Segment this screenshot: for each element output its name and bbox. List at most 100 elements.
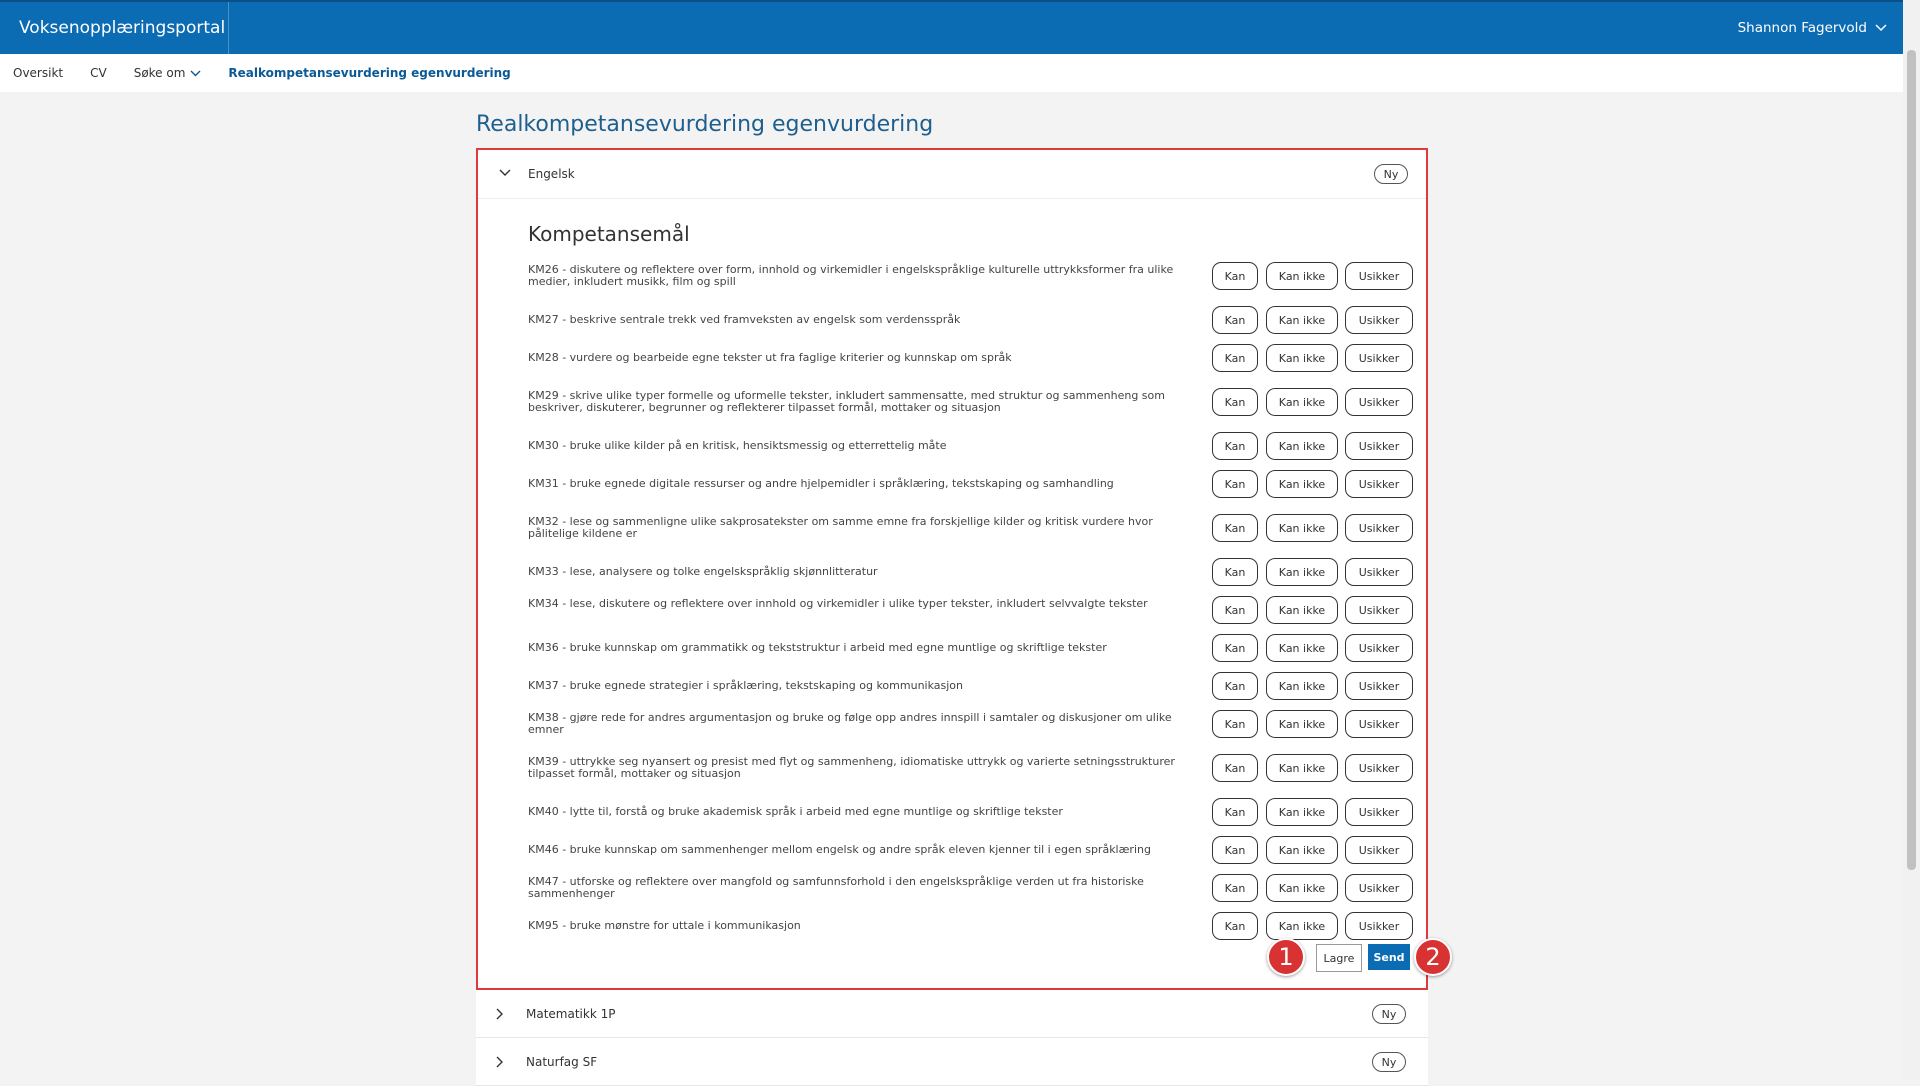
goal-description: KM31 - bruke egnede digitale ressurser o… <box>528 477 1114 490</box>
kan-ikke-button[interactable]: Kan ikke <box>1266 558 1338 586</box>
goal-description: KM32 - lese og sammenligne ulike sakpros… <box>528 515 1153 540</box>
goal-description: KM26 - diskutere og reflektere over form… <box>528 263 1174 288</box>
usikker-button[interactable]: Usikker <box>1345 262 1413 290</box>
kan-button[interactable]: Kan <box>1212 836 1258 864</box>
goal-description: KM38 - gjøre rede for andres argumentasj… <box>528 711 1172 736</box>
step-marker-2: 2 <box>1414 938 1452 976</box>
nav-item-cv[interactable]: CV <box>90 66 107 80</box>
usikker-button[interactable]: Usikker <box>1345 874 1413 902</box>
usikker-button[interactable]: Usikker <box>1345 710 1413 738</box>
nav-item-soke-om[interactable]: Søke om <box>134 66 202 80</box>
kan-button[interactable]: Kan <box>1212 432 1258 460</box>
nav-item-realkompetanse[interactable]: Realkompetansevurdering egenvurdering <box>228 66 510 80</box>
kan-button[interactable]: Kan <box>1212 306 1258 334</box>
kan-button[interactable]: Kan <box>1212 262 1258 290</box>
goal-description: KM28 - vurdere og bearbeide egne tekster… <box>528 351 1012 364</box>
kan-ikke-button[interactable]: Kan ikke <box>1266 754 1338 782</box>
subject-panel-header[interactable]: Engelsk Ny <box>478 150 1426 199</box>
kan-ikke-button[interactable]: Kan ikke <box>1266 798 1338 826</box>
usikker-button[interactable]: Usikker <box>1345 388 1413 416</box>
goal-description: KM39 - uttrykke seg nyansert og presist … <box>528 755 1175 780</box>
kan-button[interactable]: Kan <box>1212 754 1258 782</box>
kan-ikke-button[interactable]: Kan ikke <box>1266 306 1338 334</box>
usikker-button[interactable]: Usikker <box>1345 344 1413 372</box>
goal-description: KM34 - lese, diskutere og reflektere ove… <box>528 597 1148 610</box>
main-navigation: Oversikt CV Søke om Realkompetansevurder… <box>0 54 1903 92</box>
goal-description: KM29 - skrive ulike typer formelle og uf… <box>528 389 1165 414</box>
usikker-button[interactable]: Usikker <box>1345 470 1413 498</box>
kan-ikke-button[interactable]: Kan ikke <box>1266 836 1338 864</box>
kan-button[interactable]: Kan <box>1212 514 1258 542</box>
kan-ikke-button[interactable]: Kan ikke <box>1266 262 1338 290</box>
app-title[interactable]: Voksenopplæringsportal <box>0 2 229 54</box>
subject-name: Naturfag SF <box>526 1055 598 1069</box>
kan-ikke-button[interactable]: Kan ikke <box>1266 514 1338 542</box>
kan-ikke-button[interactable]: Kan ikke <box>1266 710 1338 738</box>
goal-description: KM37 - bruke egnede strategier i språklæ… <box>528 679 963 692</box>
usikker-button[interactable]: Usikker <box>1345 912 1413 940</box>
kan-ikke-button[interactable]: Kan ikke <box>1266 596 1338 624</box>
chevron-right-icon[interactable] <box>492 1007 506 1021</box>
kan-button[interactable]: Kan <box>1212 558 1258 586</box>
status-badge: Ny <box>1372 1004 1406 1024</box>
subject-panel-engelsk: Engelsk Ny Kompetansemål KM26 - diskuter… <box>476 148 1452 990</box>
status-badge: Ny <box>1372 1052 1406 1072</box>
kan-button[interactable]: Kan <box>1212 912 1258 940</box>
kan-ikke-button[interactable]: Kan ikke <box>1266 672 1338 700</box>
kan-ikke-button[interactable]: Kan ikke <box>1266 470 1338 498</box>
send-button[interactable]: Send <box>1368 944 1410 970</box>
chevron-down-icon <box>190 70 201 76</box>
goal-description: KM47 - utforske og reflektere over mangf… <box>528 875 1144 900</box>
kan-button[interactable]: Kan <box>1212 388 1258 416</box>
kan-ikke-button[interactable]: Kan ikke <box>1266 344 1338 372</box>
subject-panel-matematikk[interactable]: Matematikk 1P Ny <box>476 990 1428 1038</box>
section-title: Kompetansemål <box>528 222 690 246</box>
usikker-button[interactable]: Usikker <box>1345 432 1413 460</box>
goal-description: KM40 - lytte til, forstå og bruke akadem… <box>528 805 1063 818</box>
kan-ikke-button[interactable]: Kan ikke <box>1266 634 1338 662</box>
subject-name: Engelsk <box>528 167 575 181</box>
goal-description: KM27 - beskrive sentrale trekk ved framv… <box>528 313 961 326</box>
goal-description: KM36 - bruke kunnskap om grammatikk og t… <box>528 641 1107 654</box>
kan-button[interactable]: Kan <box>1212 344 1258 372</box>
page-scrollbar[interactable] <box>1903 0 1920 1080</box>
nav-item-soke-om-label: Søke om <box>133 66 186 80</box>
goal-description: KM95 - bruke mønstre for uttale i kommun… <box>528 919 801 932</box>
kan-ikke-button[interactable]: Kan ikke <box>1266 912 1338 940</box>
chevron-down-icon[interactable] <box>498 166 512 180</box>
goal-description: KM33 - lese, analysere og tolke engelsks… <box>528 565 878 578</box>
nav-item-oversikt[interactable]: Oversikt <box>13 66 63 80</box>
page-title: Realkompetansevurdering egenvurdering <box>476 112 934 137</box>
usikker-button[interactable]: Usikker <box>1345 558 1413 586</box>
kan-ikke-button[interactable]: Kan ikke <box>1266 432 1338 460</box>
kan-button[interactable]: Kan <box>1212 634 1258 662</box>
subject-panel-naturfag[interactable]: Naturfag SF Ny <box>476 1038 1428 1086</box>
usikker-button[interactable]: Usikker <box>1345 672 1413 700</box>
kan-ikke-button[interactable]: Kan ikke <box>1266 874 1338 902</box>
chevron-down-icon <box>1875 24 1887 32</box>
chevron-right-icon[interactable] <box>492 1055 506 1069</box>
kan-button[interactable]: Kan <box>1212 672 1258 700</box>
scrollbar-thumb[interactable] <box>1907 50 1916 870</box>
kan-button[interactable]: Kan <box>1212 874 1258 902</box>
kan-button[interactable]: Kan <box>1212 710 1258 738</box>
usikker-button[interactable]: Usikker <box>1345 596 1413 624</box>
usikker-button[interactable]: Usikker <box>1345 836 1413 864</box>
top-header-bar: Voksenopplæringsportal Shannon Fagervold <box>0 0 1903 54</box>
status-badge: Ny <box>1374 164 1408 184</box>
kan-button[interactable]: Kan <box>1212 798 1258 826</box>
kan-ikke-button[interactable]: Kan ikke <box>1266 388 1338 416</box>
usikker-button[interactable]: Usikker <box>1345 634 1413 662</box>
kan-button[interactable]: Kan <box>1212 596 1258 624</box>
kan-button[interactable]: Kan <box>1212 470 1258 498</box>
save-button[interactable]: Lagre <box>1316 944 1362 972</box>
step-marker-1: 1 <box>1267 938 1305 976</box>
subject-name: Matematikk 1P <box>526 1007 616 1021</box>
user-menu[interactable]: Shannon Fagervold <box>1738 2 1887 54</box>
usikker-button[interactable]: Usikker <box>1345 754 1413 782</box>
usikker-button[interactable]: Usikker <box>1345 798 1413 826</box>
usikker-button[interactable]: Usikker <box>1345 306 1413 334</box>
goal-description: KM46 - bruke kunnskap om sammenhenger me… <box>528 843 1151 856</box>
usikker-button[interactable]: Usikker <box>1345 514 1413 542</box>
user-name: Shannon Fagervold <box>1737 20 1867 36</box>
